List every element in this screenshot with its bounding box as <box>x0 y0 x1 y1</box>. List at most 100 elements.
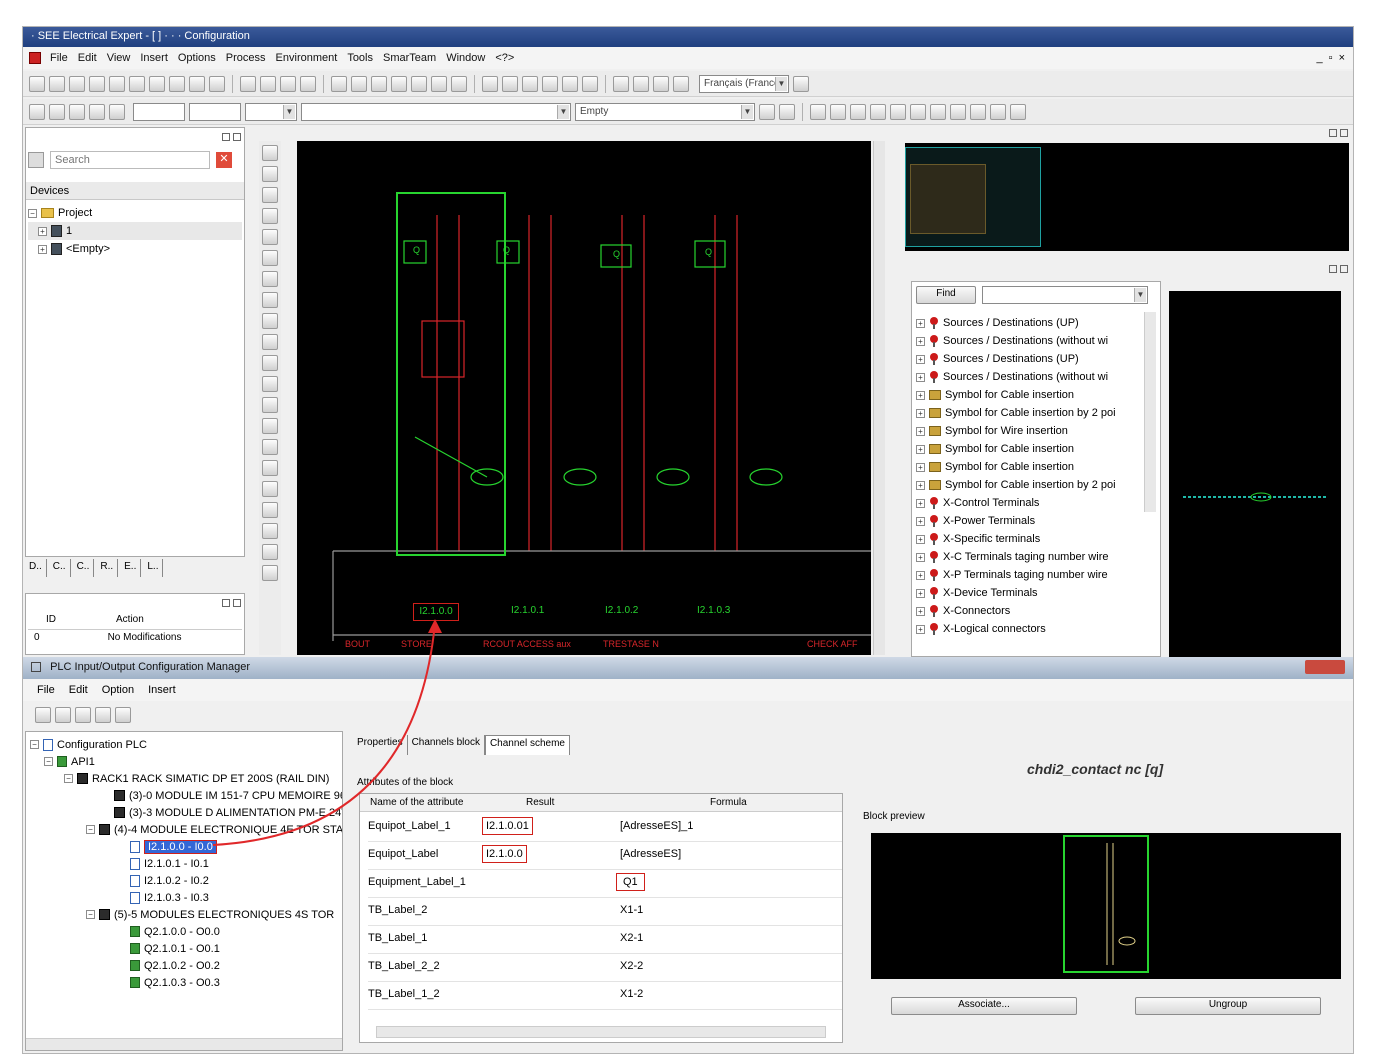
language-select[interactable]: Français (France) ▼ <box>699 74 789 93</box>
layer-settings-icon[interactable] <box>109 103 125 120</box>
plc-tree-item[interactable]: I2.1.0.2 - I0.2 <box>30 872 342 889</box>
ortho-icon[interactable] <box>502 75 518 92</box>
symbols-scrollbar[interactable] <box>1144 312 1156 512</box>
maximize-button[interactable]: ▫ <box>1329 52 1333 64</box>
collapse-icon[interactable]: − <box>44 757 53 766</box>
close-icon[interactable] <box>233 133 241 141</box>
font-select[interactable]: ▼ <box>301 102 571 121</box>
page-add-icon[interactable] <box>129 75 145 92</box>
expand-icon[interactable]: + <box>916 516 925 526</box>
close-icon[interactable] <box>1340 265 1348 273</box>
page-delete-icon[interactable] <box>189 75 205 92</box>
collapse-icon[interactable]: − <box>28 208 37 218</box>
text-icon[interactable] <box>850 103 866 120</box>
associate-button[interactable]: Associate... <box>891 997 1077 1015</box>
tab-racks[interactable]: R.. <box>96 559 119 577</box>
plc-close-button[interactable] <box>1305 660 1345 674</box>
pen-select[interactable]: ▼ <box>245 102 297 121</box>
column-result[interactable]: Result <box>526 797 554 808</box>
layer-lock-icon[interactable] <box>89 103 105 120</box>
symbol-item[interactable]: + X-C Terminals taging number wire <box>916 548 1140 566</box>
menu-insert[interactable]: Insert <box>135 52 173 64</box>
plc-tree-scrollbar[interactable] <box>26 1038 342 1050</box>
attributes-scrollbar[interactable] <box>376 1026 826 1038</box>
pin-icon[interactable] <box>222 133 230 141</box>
grid-icon[interactable] <box>482 75 498 92</box>
column-label-selected[interactable]: I2.1.0.0 <box>413 603 459 621</box>
find-button[interactable]: Find <box>916 286 976 304</box>
menu-view[interactable]: View <box>102 52 136 64</box>
undo-icon[interactable] <box>240 75 256 92</box>
wire-icon[interactable] <box>562 75 578 92</box>
expand-icon[interactable]: + <box>916 390 925 400</box>
find-input[interactable]: ▼ <box>982 286 1148 304</box>
tab-connectors[interactable]: C.. <box>73 559 95 577</box>
tab-cables[interactable]: C.. <box>49 559 71 577</box>
align-center-icon[interactable] <box>930 103 946 120</box>
attribute-row[interactable]: Equipment_Label_1 Q1 <box>368 870 842 898</box>
link-icon[interactable] <box>653 75 669 92</box>
plc-tree-item[interactable]: − (5)-5 MODULES ELECTRONIQUES 4S TOR <box>30 906 342 923</box>
plc-tree-item[interactable]: I2.1.0.1 - I0.1 <box>30 855 342 872</box>
plc-icon[interactable] <box>262 523 278 539</box>
open-icon[interactable] <box>55 707 71 723</box>
pan-icon[interactable] <box>431 75 447 92</box>
collapse-icon[interactable]: − <box>64 774 73 783</box>
attribute-row[interactable]: Equipot_Label I2.1.0.0 [AdresseES] <box>368 842 842 870</box>
symbol-item[interactable]: + Symbol for Cable insertion <box>916 458 1140 476</box>
symbol-item[interactable]: + Symbol for Wire insertion <box>916 422 1140 440</box>
style-select[interactable] <box>133 102 185 121</box>
expand-icon[interactable]: + <box>916 624 925 634</box>
zoom-window-icon[interactable] <box>371 75 387 92</box>
plc-tree-item[interactable]: − (4)-4 MODULE ELECTRONIQUE 4E TOR STAN <box>30 821 342 838</box>
new-icon[interactable] <box>29 75 45 92</box>
pin-icon[interactable] <box>1329 129 1337 137</box>
close-icon[interactable] <box>233 599 241 607</box>
plc-tree-item[interactable]: − API1 <box>30 753 342 770</box>
plc-tree-item[interactable]: I2.1.0.3 - I0.3 <box>30 889 342 906</box>
tab-locations[interactable]: L.. <box>143 559 164 577</box>
frame-icon[interactable] <box>830 103 846 120</box>
text-frame-icon[interactable] <box>990 103 1006 120</box>
multiwire-icon[interactable] <box>262 229 278 245</box>
tree-item-1[interactable]: +1 <box>28 222 242 240</box>
undo-icon[interactable] <box>95 707 111 723</box>
pin-icon[interactable] <box>222 599 230 607</box>
symbol-item[interactable]: + Symbol for Cable insertion by 2 poi <box>916 404 1140 422</box>
pencil-icon[interactable] <box>262 166 278 182</box>
align-left-icon[interactable] <box>910 103 926 120</box>
symbol-item[interactable]: + X-Connectors <box>916 602 1140 620</box>
menu-file[interactable]: File <box>45 52 73 64</box>
save-icon[interactable] <box>209 75 225 92</box>
plc-tree-item[interactable]: Q2.1.0.0 - O0.0 <box>30 923 342 940</box>
expand-icon[interactable]: + <box>916 408 925 418</box>
percent-icon[interactable] <box>262 292 278 308</box>
menu-smarteam[interactable]: SmarTeam <box>378 52 441 64</box>
expand-icon[interactable]: + <box>916 318 925 328</box>
layer-select[interactable]: Empty ▼ <box>575 102 755 121</box>
pin-icon[interactable] <box>1329 265 1337 273</box>
pin-draw-icon[interactable] <box>262 502 278 518</box>
align-right-icon[interactable] <box>950 103 966 120</box>
check-icon[interactable] <box>613 75 629 92</box>
frame-draw-icon[interactable] <box>262 418 278 434</box>
binoculars-icon[interactable] <box>331 75 347 92</box>
equipotential-icon[interactable] <box>262 334 278 350</box>
menu-options[interactable]: Options <box>173 52 221 64</box>
plc-tree-item[interactable]: (3)-0 MODULE IM 151-7 CPU MEMOIRE 96k <box>30 787 342 804</box>
hand-icon[interactable] <box>262 544 278 560</box>
new-icon[interactable] <box>35 707 51 723</box>
page-insert-icon[interactable] <box>169 75 185 92</box>
print-icon[interactable] <box>280 75 296 92</box>
redraw-icon[interactable] <box>451 75 467 92</box>
expand-icon[interactable]: + <box>916 336 925 346</box>
link-draw-icon[interactable] <box>262 565 278 581</box>
plc-menu-insert[interactable]: Insert <box>148 684 176 696</box>
column-name[interactable]: Name of the attribute <box>370 797 463 808</box>
expand-icon[interactable]: + <box>916 480 925 490</box>
attribute-row[interactable]: TB_Label_1 X2-1 <box>368 926 842 954</box>
symbol-item[interactable]: + Sources / Destinations (without wi <box>916 332 1140 350</box>
symbol-icon[interactable] <box>633 75 649 92</box>
collapse-icon[interactable]: − <box>86 910 95 919</box>
column-id[interactable]: ID <box>46 614 56 629</box>
